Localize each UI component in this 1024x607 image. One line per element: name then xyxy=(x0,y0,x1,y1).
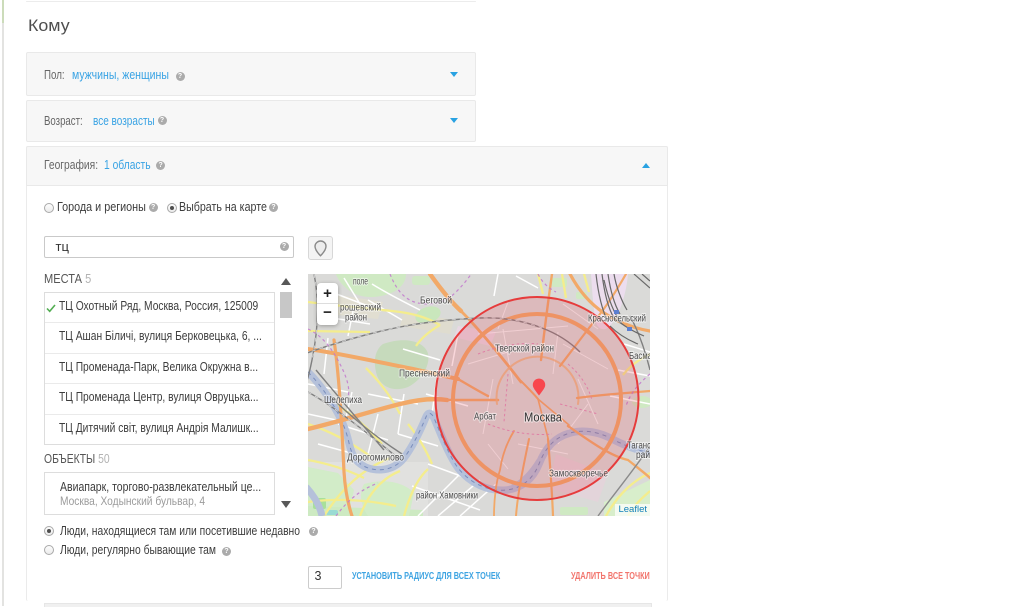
svg-text:Пресненский: Пресненский xyxy=(399,368,450,379)
svg-text:Арбат: Арбат xyxy=(474,410,496,422)
svg-text:Тверской район: Тверской район xyxy=(495,343,554,354)
svg-text:Шелепиха: Шелепиха xyxy=(324,395,362,406)
svg-text:Беговой: Беговой xyxy=(420,295,452,306)
svg-text:Красносельский: Красносельский xyxy=(588,313,646,324)
svg-text:рай: рай xyxy=(636,450,650,461)
svg-text:Басма: Басма xyxy=(629,351,650,362)
svg-text:Москва: Москва xyxy=(524,410,562,424)
svg-text:Дорогомилово: Дорогомилово xyxy=(347,452,404,463)
svg-text:район Хамовники: район Хамовники xyxy=(416,490,478,501)
svg-text:район: район xyxy=(345,312,367,323)
svg-text:Замоскворечье: Замоскворечье xyxy=(549,468,608,479)
svg-text:поле: поле xyxy=(353,276,368,287)
